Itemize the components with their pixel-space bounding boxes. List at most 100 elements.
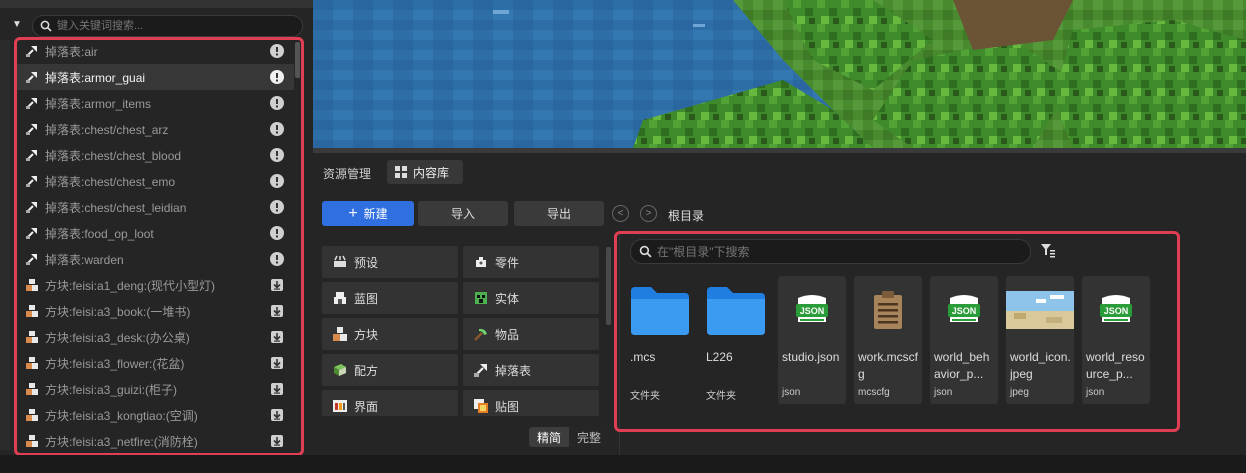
- category-loot-table[interactable]: 掉落表: [463, 354, 599, 386]
- resource-tree-list: 掉落表:air 掉落表:armor_guai 掉落表:armor_items 掉…: [16, 38, 303, 455]
- download-icon: [271, 331, 283, 343]
- mode-full-button[interactable]: 完整: [569, 427, 609, 447]
- file-grid: .mcs 文件夹 L226 文件夹 JSON studio.json json …: [626, 276, 1166, 406]
- file-item[interactable]: JSON world_behavior_p... json: [930, 276, 998, 404]
- mode-simple-button[interactable]: 精简: [529, 427, 569, 447]
- tab-content-library[interactable]: 内容库: [387, 160, 463, 184]
- loot-table-icon: [24, 95, 40, 111]
- list-item[interactable]: 方块:feisi:a3_desk:(办公桌): [16, 324, 294, 350]
- list-item[interactable]: 方块:feisi:a3_flower:(花盆): [16, 350, 294, 376]
- block-icon: [24, 355, 40, 371]
- tab-resource-manager[interactable]: 资源管理: [323, 165, 371, 182]
- category-label: 贴图: [495, 399, 520, 414]
- file-item[interactable]: work.mcscfg mcscfg: [854, 276, 922, 404]
- filter-icon[interactable]: [1040, 242, 1056, 258]
- file-name: L226: [706, 350, 733, 364]
- info-icon: [270, 96, 284, 110]
- list-item[interactable]: 方块:feisi:a3_kongtiao:(空调): [16, 402, 294, 428]
- list-item[interactable]: 掉落表:chest/chest_emo: [16, 168, 294, 194]
- file-item[interactable]: world_icon.jpeg jpeg: [1006, 276, 1074, 404]
- svg-text:JSON: JSON: [1104, 306, 1129, 316]
- list-item-label: 方块:feisi:a3_book:(一堆书): [45, 304, 191, 319]
- list-item[interactable]: 掉落表:warden: [16, 246, 294, 272]
- list-item[interactable]: 掉落表:air: [16, 38, 294, 64]
- blueprint-icon: [334, 292, 346, 304]
- file-item[interactable]: JSON studio.json json: [778, 276, 846, 404]
- list-item[interactable]: 掉落表:chest/chest_leidian: [16, 194, 294, 220]
- list-item[interactable]: 掉落表:chest/chest_blood: [16, 142, 294, 168]
- category-label: 预设: [354, 255, 379, 270]
- block-icon: [24, 329, 40, 345]
- entity-list-panel: ▼ 掉落表:air 掉落表:armor_guai 掉落表:armor_items…: [0, 0, 313, 473]
- resource-manager-panel: 资源管理 内容库 + 新建 导入 导出 < > 根目录 预设 零件 蓝图 实体: [313, 153, 1246, 455]
- loot-table-icon: [24, 147, 40, 163]
- list-item[interactable]: 掉落表:food_op_loot: [16, 220, 294, 246]
- file-search-box: [630, 239, 1031, 264]
- list-item[interactable]: 方块:feisi:a3_guizi:(柜子): [16, 376, 294, 402]
- export-button[interactable]: 导出: [514, 201, 604, 226]
- info-icon: [270, 148, 284, 162]
- list-item-label: 掉落表:chest/chest_arz: [45, 122, 169, 137]
- new-button-label: 新建: [363, 207, 388, 221]
- category-blueprint[interactable]: 蓝图: [322, 282, 458, 314]
- chevron-down-icon[interactable]: ▼: [10, 18, 24, 32]
- item-icon: [474, 328, 487, 341]
- category-scrollbar[interactable]: [606, 247, 611, 325]
- info-icon: [270, 200, 284, 214]
- info-icon: [270, 174, 284, 188]
- category-ui[interactable]: 界面: [322, 390, 458, 416]
- list-item[interactable]: 方块:feisi:a3_netfire:(消防栓): [16, 428, 294, 454]
- category-recipe[interactable]: 配方: [322, 354, 458, 386]
- file-item[interactable]: L226 文件夹: [702, 276, 770, 404]
- category-block[interactable]: 方块: [322, 318, 458, 350]
- download-icon: [271, 305, 283, 317]
- tab-content-library-label: 内容库: [413, 165, 450, 180]
- new-button[interactable]: + 新建: [322, 201, 414, 226]
- panel-splitter[interactable]: [619, 233, 620, 455]
- download-icon: [271, 435, 283, 447]
- block-icon: [24, 433, 40, 449]
- category-label: 掉落表: [495, 363, 532, 378]
- category-item[interactable]: 物品: [463, 318, 599, 350]
- category-texture[interactable]: 贴图: [463, 390, 599, 416]
- list-item-label: 方块:feisi:a3_kongtiao:(空调): [45, 408, 198, 423]
- image-thumbnail: [1006, 284, 1074, 336]
- list-item-label: 掉落表:chest/chest_leidian: [45, 200, 187, 215]
- back-icon[interactable]: <: [612, 205, 629, 222]
- list-item[interactable]: 掉落表:armor_guai: [16, 64, 294, 90]
- category-grid: 预设 零件 蓝图 实体 方块 物品 配方 掉落表 界面 贴图: [322, 246, 600, 416]
- folder-icon: [702, 284, 770, 336]
- json-file-icon: JSON: [930, 284, 998, 336]
- file-item[interactable]: JSON world_resource_p... json: [1082, 276, 1150, 404]
- ui-icon: [333, 400, 347, 412]
- category-label: 方块: [354, 327, 379, 342]
- loot-table-icon: [24, 43, 40, 59]
- list-item[interactable]: 方块:feisi:a3_book:(一堆书): [16, 298, 294, 324]
- left-search-input[interactable]: [57, 18, 297, 34]
- category-preset[interactable]: 预设: [322, 246, 458, 278]
- list-item[interactable]: 方块:feisi:a1_deng:(现代小型灯): [16, 272, 294, 298]
- search-icon: [40, 20, 52, 32]
- list-item-label: 方块:feisi:a3_desk:(办公桌): [45, 330, 190, 345]
- loot-table-icon: [24, 121, 40, 137]
- forward-icon[interactable]: >: [640, 205, 657, 222]
- file-name: world_resource_p...: [1086, 350, 1145, 381]
- scene-viewport[interactable]: [313, 0, 1246, 148]
- recipe-icon: [334, 364, 346, 376]
- search-icon: [639, 245, 652, 258]
- list-item[interactable]: 掉落表:armor_items: [16, 90, 294, 116]
- category-part[interactable]: 零件: [463, 246, 599, 278]
- file-name: .mcs: [630, 350, 656, 364]
- svg-text:JSON: JSON: [952, 306, 977, 316]
- file-item[interactable]: .mcs 文件夹: [626, 276, 694, 404]
- download-icon: [271, 409, 283, 421]
- block-icon: [24, 381, 40, 397]
- import-button[interactable]: 导入: [418, 201, 508, 226]
- file-type: json: [934, 387, 953, 398]
- info-icon: [270, 44, 284, 58]
- category-entity[interactable]: 实体: [463, 282, 599, 314]
- list-scrollbar[interactable]: [295, 42, 300, 78]
- file-search-input[interactable]: [657, 244, 1017, 260]
- list-item[interactable]: 掉落表:chest/chest_arz: [16, 116, 294, 142]
- breadcrumb: 根目录: [668, 209, 705, 223]
